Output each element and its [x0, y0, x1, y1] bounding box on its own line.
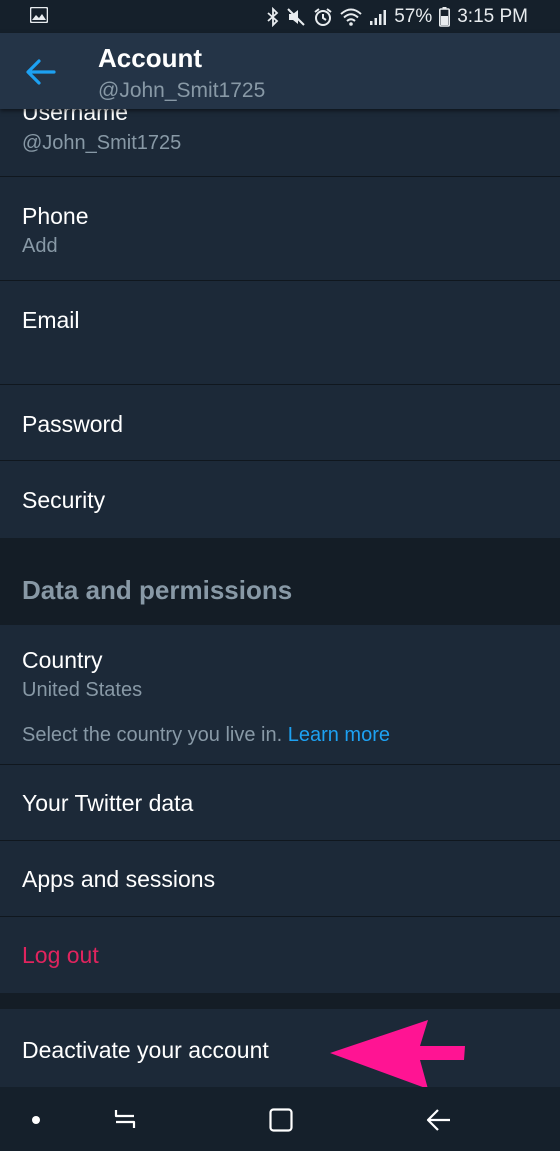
app-bar: Account @John_Smit1725	[0, 33, 560, 109]
back-icon[interactable]	[425, 1107, 453, 1138]
system-nav-bar	[0, 1087, 560, 1151]
annotation-arrow-icon	[328, 1016, 468, 1097]
email-row[interactable]: Email	[0, 281, 560, 385]
username-row[interactable]: Username @John_Smit1725	[0, 109, 560, 177]
clock-text: 3:15 PM	[457, 5, 528, 27]
mute-icon	[286, 7, 306, 27]
password-label: Password	[22, 411, 123, 437]
page-subtitle: @John_Smit1725	[98, 79, 266, 102]
phone-value: Add	[22, 235, 58, 257]
deactivate-row[interactable]: Deactivate your account	[0, 1009, 560, 1087]
logout-row[interactable]: Log out	[0, 917, 560, 992]
deactivate-label: Deactivate your account	[22, 1037, 269, 1063]
page-title: Account	[98, 43, 202, 73]
section-header: Data and permissions	[0, 538, 560, 625]
username-value: @John_Smit1725	[22, 132, 182, 154]
logout-label: Log out	[22, 942, 99, 968]
country-note: Select the country you live in. Learn mo…	[22, 724, 390, 747]
status-bar: 57% 3:15 PM	[0, 0, 560, 33]
security-label: Security	[22, 487, 106, 513]
phone-row[interactable]: Phone Add	[0, 177, 560, 281]
image-icon	[29, 6, 49, 28]
dot-icon[interactable]	[30, 1113, 42, 1131]
learn-more-link[interactable]: Learn more	[288, 724, 390, 746]
recents-icon[interactable]	[112, 1107, 138, 1136]
country-label: Country	[22, 647, 103, 673]
battery-icon	[439, 6, 451, 27]
signal-icon	[369, 8, 387, 26]
country-row[interactable]: Country United States Select the country…	[0, 625, 560, 765]
twitter-data-label: Your Twitter data	[22, 790, 194, 816]
section-divider	[0, 993, 560, 1009]
battery-text: 57%	[394, 5, 433, 27]
phone-label: Phone	[22, 203, 89, 229]
wifi-icon	[340, 8, 362, 26]
username-label: Username	[22, 109, 129, 125]
alarm-icon	[313, 7, 333, 27]
email-label: Email	[22, 307, 80, 333]
security-row[interactable]: Security	[0, 461, 560, 537]
country-value: United States	[22, 679, 143, 701]
back-arrow-icon[interactable]	[24, 57, 58, 87]
country-note-text: Select the country you live in.	[22, 724, 283, 746]
settings-list: Username @John_Smit1725 Phone Add Email …	[0, 109, 560, 1087]
apps-sessions-row[interactable]: Apps and sessions	[0, 841, 560, 917]
apps-sessions-label: Apps and sessions	[22, 866, 216, 892]
section-title: Data and permissions	[22, 575, 293, 605]
twitter-data-row[interactable]: Your Twitter data	[0, 765, 560, 841]
home-icon[interactable]	[268, 1107, 294, 1138]
password-row[interactable]: Password	[0, 385, 560, 461]
bluetooth-icon	[267, 6, 279, 27]
